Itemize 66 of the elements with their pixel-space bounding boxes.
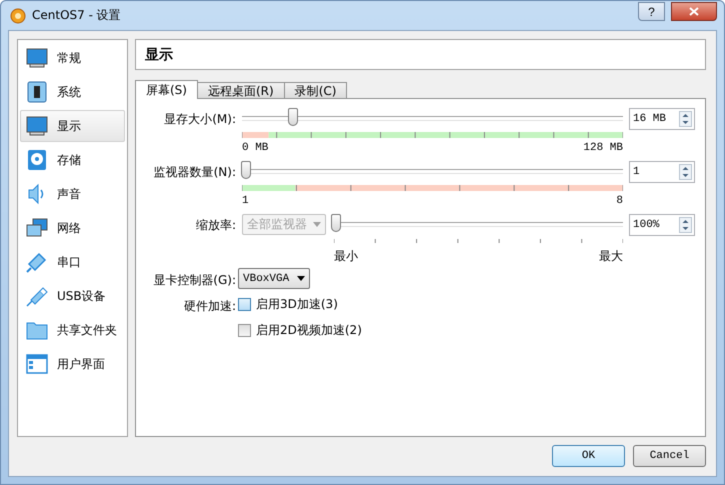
sidebar-item[interactable]: 网络 [20,212,125,244]
sidebar-label: 用户界面 [57,356,105,372]
dialog-button[interactable]: OK [552,445,625,467]
field-label: 缩放率: [194,217,236,234]
spin-field[interactable]: 16 MB [629,108,695,130]
checkbox-label: 启用3D加速(3) [256,296,338,313]
gear-icon [10,8,26,24]
tab[interactable]: 屏幕(S) [135,80,198,99]
sidebar-item[interactable]: USB设备 [20,280,125,312]
sidebar-label: 常规 [57,50,81,66]
sidebar-label: USB设备 [57,288,106,304]
checkbox-label: 启用2D视频加速(2) [256,322,362,339]
slider-thumb[interactable] [331,214,341,232]
spin-arrows-icon[interactable] [679,217,692,233]
connector-icon [25,250,49,274]
min-label: 最小 [334,248,358,264]
slider-thumb[interactable] [241,161,251,179]
tab[interactable]: 远程桌面(R) [196,82,285,99]
spin-arrows-icon[interactable] [679,164,692,180]
checkbox[interactable] [238,324,251,337]
caret-icon [297,276,305,281]
field-label: 监视器数量(N): [152,164,236,181]
sidebar-label: 显示 [57,118,81,134]
sidebar-item[interactable]: 常规 [20,42,125,74]
sidebar-item[interactable]: 用户界面 [20,348,125,380]
monitor-icon [25,46,49,70]
section-title: 显示 [145,46,173,64]
sidebar-label: 共享文件夹 [57,322,117,338]
sidebar-item[interactable]: 共享文件夹 [20,314,125,346]
close-icon [689,7,699,16]
tab[interactable]: 录制(C) [284,82,348,99]
dialog-button[interactable]: Cancel [633,445,706,467]
slider-thumb[interactable] [288,108,298,126]
chip-icon [25,80,49,104]
field-label: 显卡控制器(G): [152,272,236,288]
sidebar-label: 存储 [57,152,81,168]
spin-field[interactable]: 100% [629,214,695,236]
monitor-icon [25,114,49,138]
slider[interactable] [242,161,623,181]
max-label: 8 [616,195,623,209]
sidebar-item[interactable]: 串口 [20,246,125,278]
min-label: 1 [242,195,249,209]
window-icon [25,352,49,376]
sidebar-label: 声音 [57,186,81,202]
sidebar-label: 串口 [57,254,81,270]
sidebar-label: 网络 [57,220,81,236]
window-title: CentOS7 - 设置 [32,7,122,24]
field-label: 显存大小(M): [163,111,236,128]
field-label: 硬件加速: [182,298,236,314]
max-label: 最大 [599,248,623,264]
sidebar-item[interactable]: 存储 [20,144,125,176]
checkbox[interactable] [238,298,251,311]
caret-icon [313,222,321,226]
min-label: 0 MB [242,142,268,156]
close-button[interactable] [671,2,717,21]
sidebar-item[interactable]: 系统 [20,76,125,108]
slider[interactable] [332,214,623,234]
max-label: 128 MB [583,142,623,156]
slider[interactable] [242,108,623,128]
sidebar-item[interactable]: 声音 [20,178,125,210]
spin-field[interactable]: 1 [629,161,695,183]
spin-arrows-icon[interactable] [679,111,692,127]
sidebar-item[interactable]: 显示 [20,110,125,142]
controller-dropdown[interactable]: VBoxVGA [238,268,310,289]
help-button[interactable]: ? [638,2,665,21]
sidebar-label: 系统 [57,84,81,100]
